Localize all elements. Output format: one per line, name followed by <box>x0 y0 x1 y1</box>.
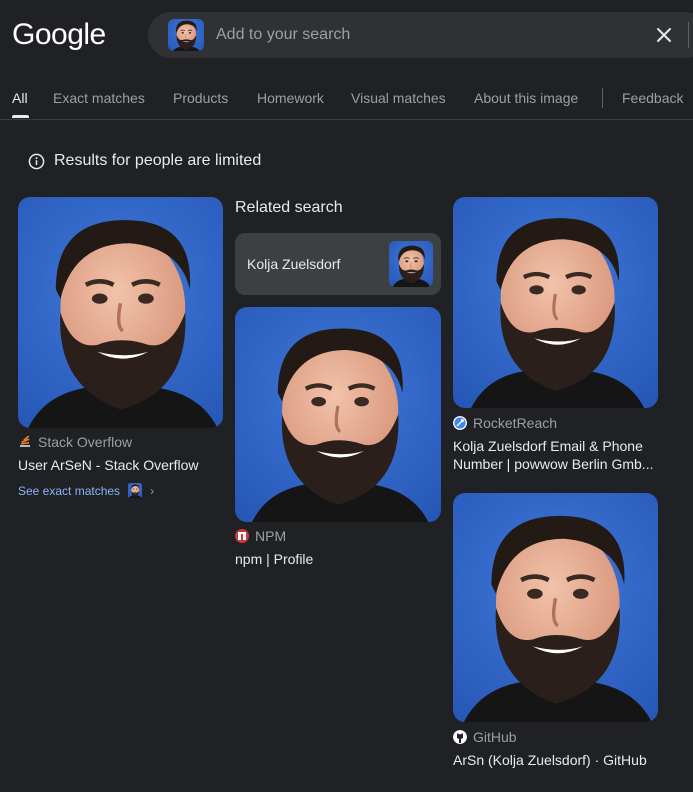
search-image-thumbnail[interactable] <box>168 19 204 51</box>
related-search-thumbnail <box>389 241 433 287</box>
chevron-right-icon: › <box>150 483 155 498</box>
see-exact-matches-link[interactable]: See exact matches › <box>18 483 154 498</box>
result-image-stackoverflow[interactable] <box>18 197 223 428</box>
result-image-github[interactable] <box>453 493 658 722</box>
source-name: RocketReach <box>473 415 558 431</box>
npm-icon <box>235 529 249 543</box>
result-title-npm[interactable]: npm | Profile <box>235 550 441 568</box>
google-logo[interactable]: Google <box>12 18 106 52</box>
related-search-chip[interactable]: Kolja Zuelsdorf <box>235 233 441 295</box>
stackoverflow-icon <box>20 435 30 447</box>
search-bar[interactable] <box>148 12 693 58</box>
notice-text: Results for people are limited <box>54 152 262 169</box>
result-source-stackoverflow[interactable]: Stack Overflow <box>18 434 132 450</box>
tab-about-this-image[interactable]: About this image <box>474 90 578 106</box>
tab-all[interactable]: All <box>12 90 28 106</box>
source-name: NPM <box>255 528 287 544</box>
github-icon <box>453 730 467 744</box>
result-title-github[interactable]: ArSn (Kolja Zuelsdorf) · GitHub <box>453 751 673 769</box>
related-search-heading: Related search <box>235 199 343 216</box>
result-image-rocketreach[interactable] <box>453 197 658 408</box>
close-icon[interactable] <box>654 25 674 45</box>
see-exact-matches-label: See exact matches <box>18 483 121 498</box>
source-name: Stack Overflow <box>38 434 133 450</box>
result-title-rocketreach[interactable]: Kolja Zuelsdorf Email & Phone Number | p… <box>453 437 658 473</box>
result-source-npm[interactable]: NPM <box>235 528 286 544</box>
exact-match-thumbnail <box>128 483 143 498</box>
search-divider <box>688 22 689 48</box>
rocketreach-icon <box>453 416 467 430</box>
result-source-rocketreach[interactable]: RocketReach <box>453 415 557 431</box>
source-name: GitHub <box>473 729 517 745</box>
info-icon <box>28 153 45 169</box>
result-title-stackoverflow[interactable]: User ArSeN - Stack Overflow <box>18 456 223 474</box>
search-input[interactable] <box>216 12 636 58</box>
result-image-npm[interactable] <box>235 307 441 522</box>
people-results-notice: Results for people are limited <box>28 152 261 170</box>
tab-bar: All Exact matches Products Homework Visu… <box>0 78 693 120</box>
tab-products[interactable]: Products <box>173 90 228 106</box>
tab-separator <box>602 88 603 108</box>
tab-feedback[interactable]: Feedback <box>622 90 683 106</box>
result-source-github[interactable]: GitHub <box>453 729 517 745</box>
active-tab-indicator <box>12 115 29 118</box>
tab-exact-matches[interactable]: Exact matches <box>53 90 145 106</box>
tab-visual-matches[interactable]: Visual matches <box>351 90 446 106</box>
tab-homework[interactable]: Homework <box>257 90 324 106</box>
related-search-text: Kolja Zuelsdorf <box>247 256 341 272</box>
